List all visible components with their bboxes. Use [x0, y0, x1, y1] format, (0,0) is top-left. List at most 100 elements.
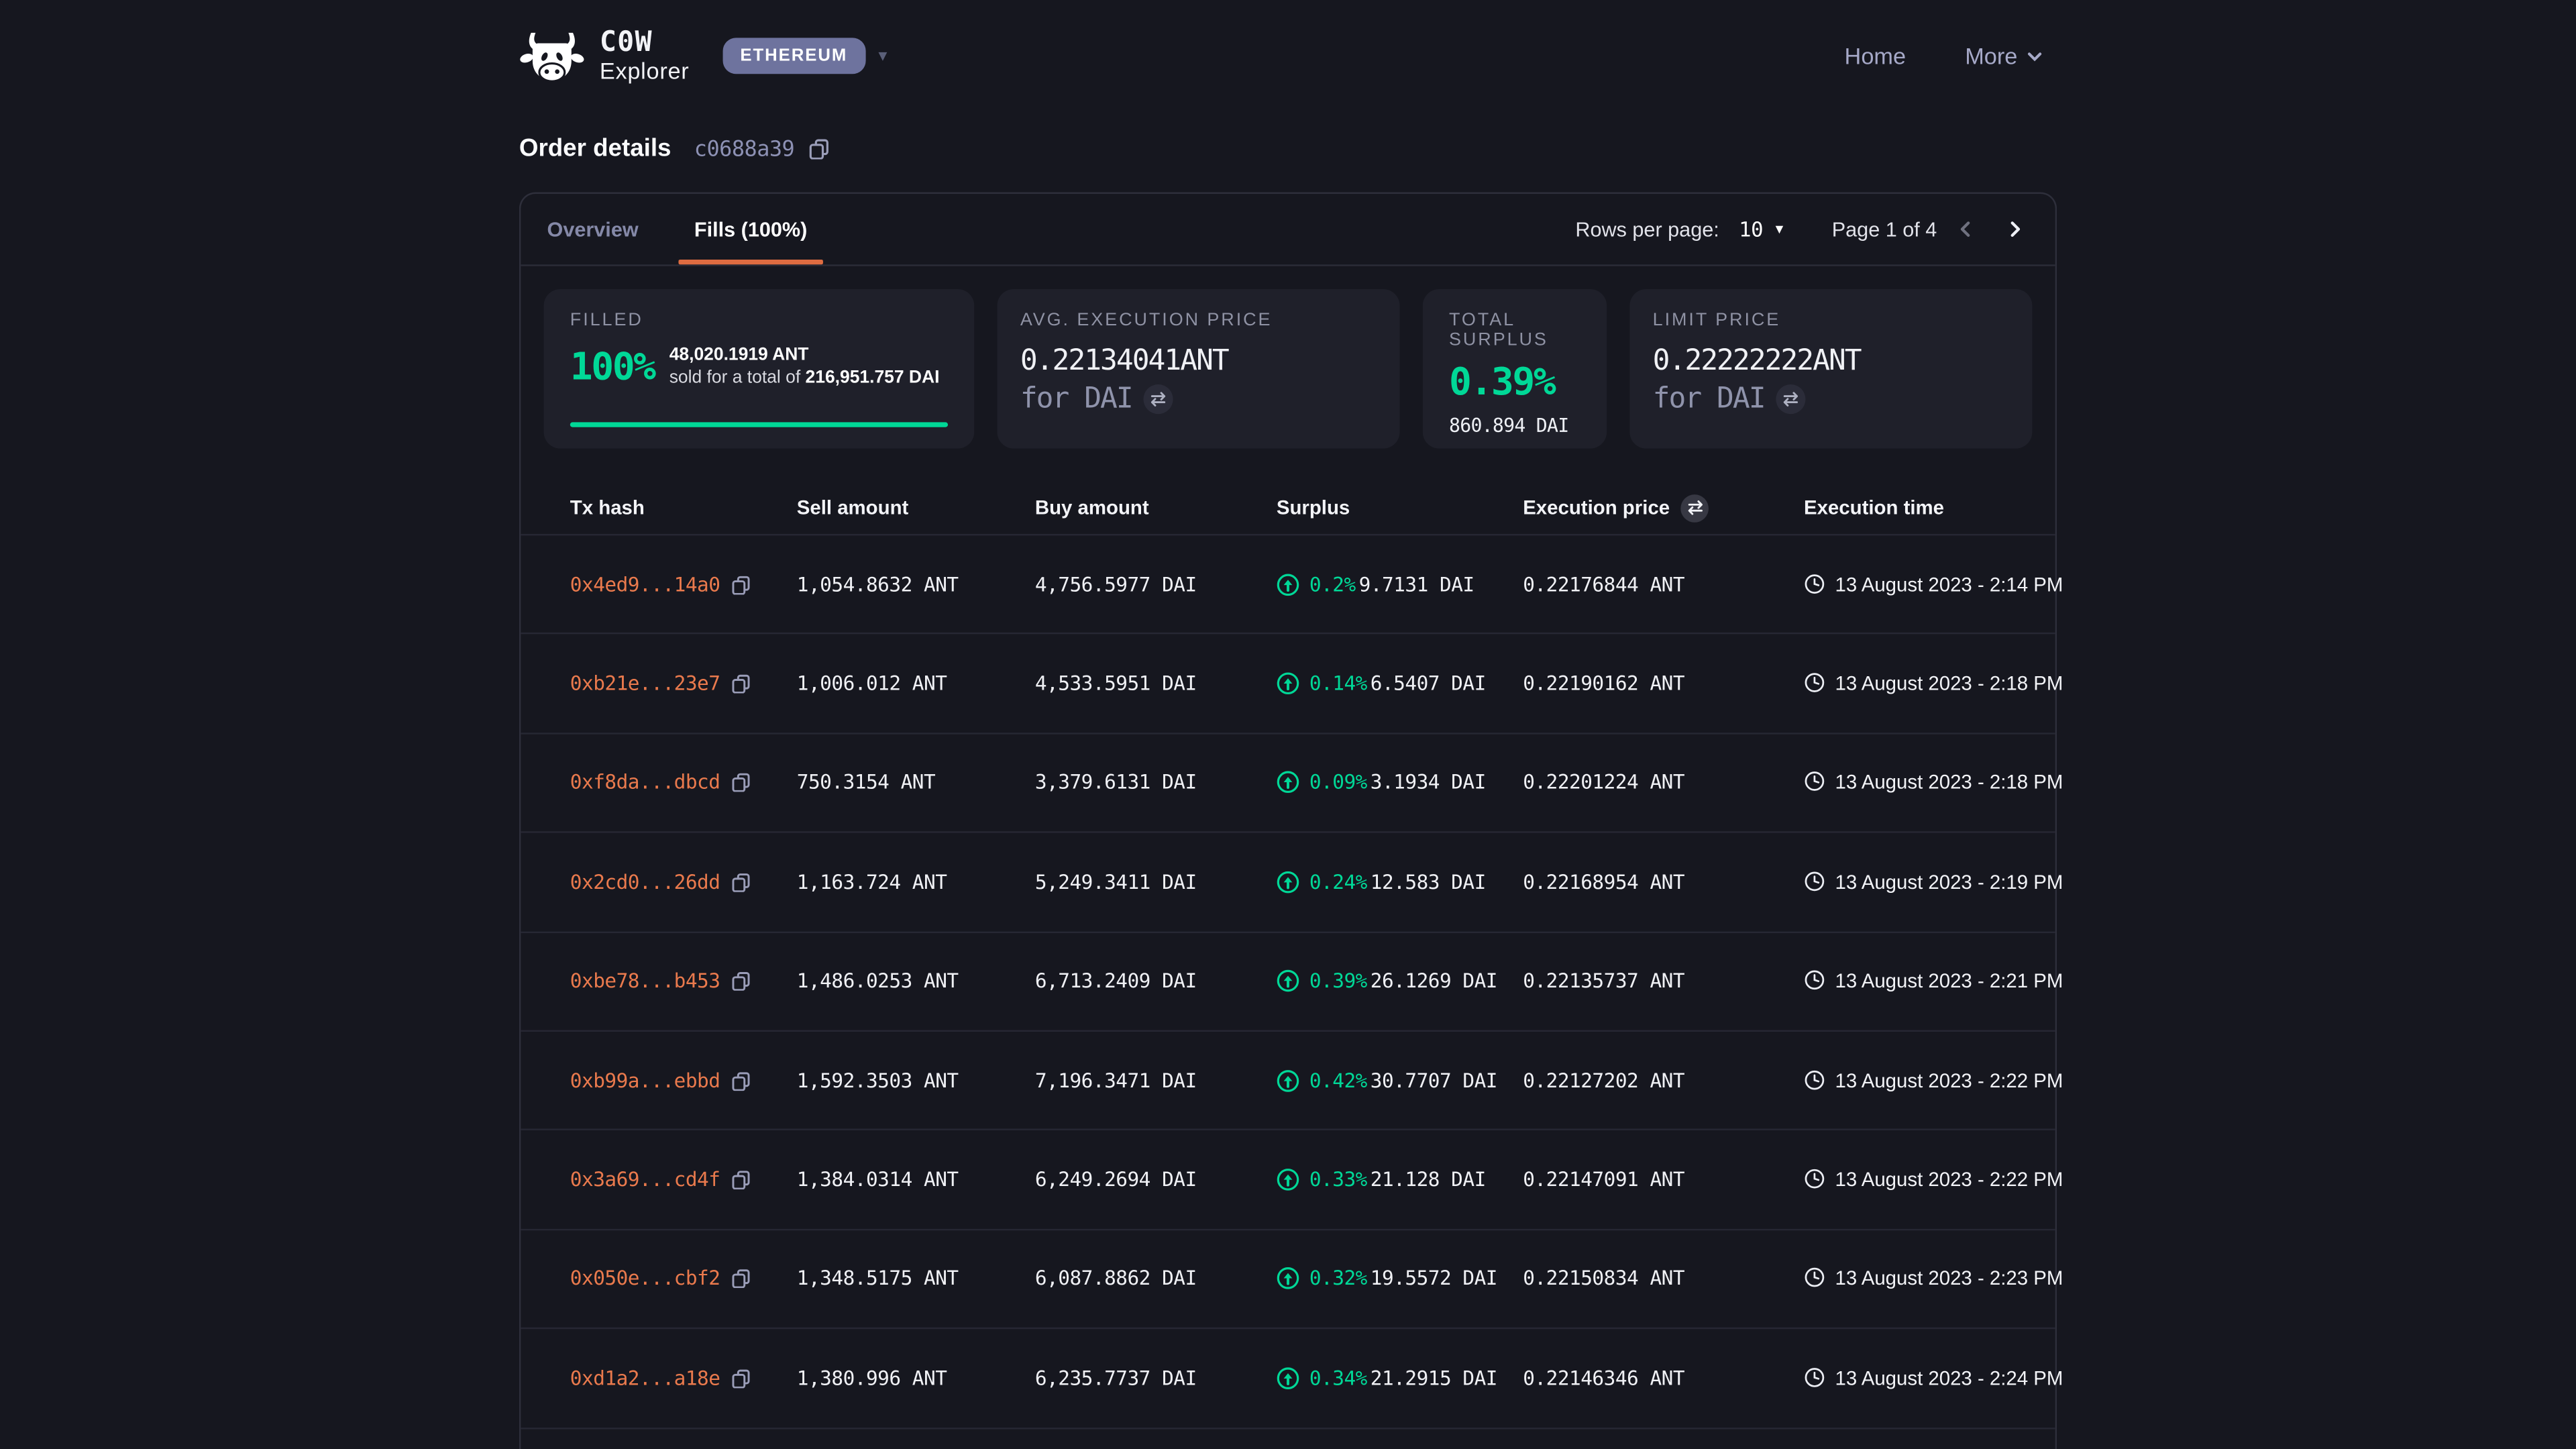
col-sell-amount: Sell amount — [797, 496, 1035, 519]
copy-tx-hash-button[interactable] — [732, 674, 751, 693]
buy-amount: 6,713.2409 DAI — [1035, 970, 1277, 993]
filled-progress-bar — [570, 421, 948, 427]
copy-tx-hash-button[interactable] — [732, 574, 751, 594]
tab-overview[interactable]: Overview — [531, 194, 655, 264]
swap-icon — [1783, 391, 1799, 407]
network-caret-icon[interactable]: ▼ — [875, 48, 890, 64]
surplus-amount: 19.5572 DAI — [1371, 1267, 1497, 1290]
arrow-up-circle-icon — [1277, 672, 1299, 695]
total-surplus-amount: 860.894 DAI — [1449, 414, 1580, 437]
table-row: 0xb21e...23e7 1,006.012 ANT 4,533.5951 D… — [521, 635, 2055, 734]
surplus-cell: 0.42% 30.7707 DAI — [1277, 1069, 1523, 1091]
surplus-cell: 0.33% 21.128 DAI — [1277, 1168, 1523, 1191]
table-row: 0x3a69...cd4f 1,384.0314 ANT 6,249.2694 … — [521, 1131, 2055, 1230]
filled-sold-prefix: sold for a total of — [669, 367, 800, 386]
nav-more[interactable]: More — [1965, 43, 2043, 69]
execution-price: 0.22127202 ANT — [1523, 1069, 1804, 1091]
surplus-cell: 0.34% 21.2915 DAI — [1277, 1366, 1523, 1389]
copy-order-id-button[interactable] — [808, 138, 829, 160]
surplus-cell: 0.24% 12.583 DAI — [1277, 871, 1523, 894]
table-row: 0xf8da...dbcd 750.3154 ANT 3,379.6131 DA… — [521, 734, 2055, 833]
tx-hash-link[interactable]: 0xb99a...ebbd — [570, 1069, 720, 1091]
logo[interactable]: C0W Explorer — [519, 30, 690, 82]
execution-price: 0.22135737 ANT — [1523, 970, 1804, 993]
copy-tx-hash-button[interactable] — [732, 971, 751, 991]
rows-per-page-label: Rows per page: — [1575, 217, 1719, 240]
execution-time-text: 13 August 2023 - 2:14 PM — [1835, 570, 2065, 599]
cow-logo-icon — [519, 30, 585, 81]
table-row: 0x2cd0...26dd 1,163.724 ANT 5,249.3411 D… — [521, 833, 2055, 932]
copy-tx-hash-button[interactable] — [732, 872, 751, 892]
execution-time-text: 13 August 2023 - 2:22 PM — [1835, 1165, 2065, 1194]
arrow-up-circle-icon — [1277, 1168, 1299, 1191]
arrow-up-circle-icon — [1277, 1267, 1299, 1290]
surplus-amount: 9.7131 DAI — [1359, 573, 1474, 596]
tx-hash-link[interactable]: 0x2cd0...26dd — [570, 871, 720, 894]
limit-price-value: 0.22222222ANT — [1653, 345, 2006, 378]
rows-per-page-select[interactable]: 10 ▼ — [1739, 217, 1786, 241]
execution-time-text: 13 August 2023 - 2:18 PM — [1835, 768, 2065, 798]
chevron-left-icon — [1954, 219, 1976, 240]
tx-hash-link[interactable]: 0x050e...cbf2 — [570, 1267, 720, 1290]
surplus-amount: 26.1269 DAI — [1371, 970, 1497, 993]
copy-icon — [808, 138, 829, 160]
execution-price: 0.22190162 ANT — [1523, 672, 1804, 695]
logo-subtitle: Explorer — [600, 59, 690, 82]
tx-hash-link[interactable]: 0x3a69...cd4f — [570, 1168, 720, 1191]
col-execution-price-label: Execution price — [1523, 496, 1670, 519]
surplus-percent: 0.2% — [1309, 573, 1356, 596]
network-badge[interactable]: ETHEREUM — [722, 38, 865, 74]
total-surplus-label: TOTAL SURPLUS — [1449, 311, 1580, 350]
surplus-percent: 0.39% — [1309, 970, 1367, 993]
next-page-button[interactable] — [1993, 208, 2036, 251]
sell-amount: 1,592.3503 ANT — [797, 1069, 1035, 1091]
surplus-amount: 21.2915 DAI — [1371, 1366, 1497, 1389]
execution-time-text: 13 August 2023 - 2:19 PM — [1835, 867, 2065, 897]
execution-time-text: 13 August 2023 - 2:21 PM — [1835, 967, 2065, 996]
invert-limit-price-button[interactable] — [1776, 384, 1806, 414]
execution-time-text: 13 August 2023 - 2:18 PM — [1835, 669, 2065, 698]
tx-hash-link[interactable]: 0xb21e...23e7 — [570, 672, 720, 695]
invert-execution-price-button[interactable] — [1681, 494, 1709, 522]
filled-label: FILLED — [570, 311, 948, 330]
tx-hash-link[interactable]: 0xd1a2...a18e — [570, 1366, 720, 1389]
copy-tx-hash-button[interactable] — [732, 1071, 751, 1090]
total-surplus-card: TOTAL SURPLUS 0.39% 860.894 DAI — [1423, 289, 1607, 449]
invert-price-button[interactable] — [1144, 384, 1173, 414]
fills-table-header: Tx hash Sell amount Buy amount Surplus E… — [521, 482, 2055, 536]
execution-time-text: 13 August 2023 - 2:22 PM — [1835, 1066, 2065, 1095]
tab-fills[interactable]: Fills (100%) — [678, 194, 823, 264]
avg-price-value: 0.22134041ANT — [1020, 345, 1374, 378]
surplus-amount: 30.7707 DAI — [1371, 1069, 1497, 1091]
stat-cards: FILLED 100% 48,020.1919 ANT sold for a t… — [544, 289, 2033, 449]
filled-sold-total: 216,951.757 DAI — [806, 367, 940, 386]
logo-title: C0W — [600, 30, 690, 58]
tx-hash-link[interactable]: 0xf8da...dbcd — [570, 771, 720, 794]
copy-tx-hash-button[interactable] — [732, 1368, 751, 1388]
buy-amount: 6,235.7737 DAI — [1035, 1366, 1277, 1389]
col-tx-hash: Tx hash — [570, 496, 797, 519]
copy-icon — [732, 872, 751, 892]
pagination-controls: Rows per page: 10 ▼ Page 1 of 4 — [1575, 194, 2055, 264]
copy-tx-hash-button[interactable] — [732, 1170, 751, 1189]
execution-price: 0.22176844 ANT — [1523, 573, 1804, 596]
col-buy-amount: Buy amount — [1035, 496, 1277, 519]
copy-icon — [732, 1071, 751, 1090]
surplus-cell: 0.09% 3.1934 DAI — [1277, 771, 1523, 794]
copy-tx-hash-button[interactable] — [732, 773, 751, 792]
table-row: 0x050e...cbf2 1,348.5175 ANT 6,087.8862 … — [521, 1230, 2055, 1330]
execution-time: 13 August 2023 - 2:19 PM — [1804, 867, 2065, 897]
copy-tx-hash-button[interactable] — [732, 1269, 751, 1289]
tx-hash-link[interactable]: 0x4ed9...14a0 — [570, 573, 720, 596]
swap-icon — [1687, 499, 1703, 515]
prev-page-button[interactable] — [1943, 208, 1986, 251]
arrow-up-circle-icon — [1277, 771, 1299, 794]
surplus-cell: 0.32% 19.5572 DAI — [1277, 1267, 1523, 1290]
table-row: 0xbe78...b453 1,486.0253 ANT 6,713.2409 … — [521, 932, 2055, 1032]
avg-price-label: AVG. EXECUTION PRICE — [1020, 311, 1374, 330]
tx-hash-link[interactable]: 0xbe78...b453 — [570, 970, 720, 993]
cow-explorer-page: C0W Explorer ETHEREUM ▼ Home More Order … — [0, 0, 2576, 1449]
execution-time: 13 August 2023 - 2:21 PM — [1804, 967, 2065, 996]
nav-more-label: More — [1965, 43, 2017, 69]
nav-home[interactable]: Home — [1845, 43, 1906, 69]
